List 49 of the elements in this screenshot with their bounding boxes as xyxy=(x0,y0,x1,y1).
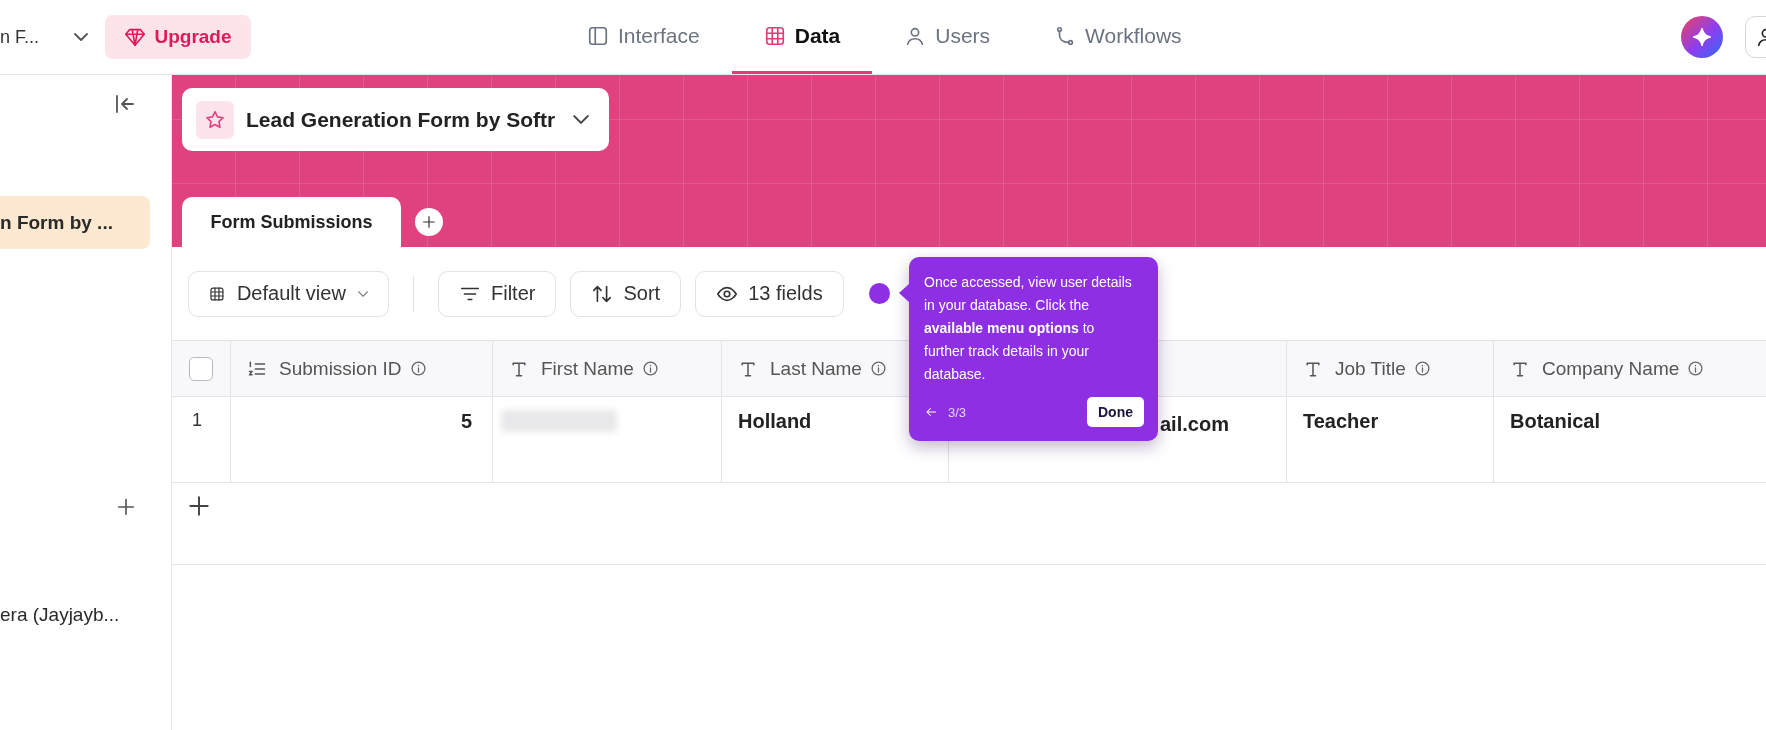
done-button[interactable]: Done xyxy=(1087,397,1144,427)
sidebar-item[interactable]: era (Jayjayb... xyxy=(0,588,150,641)
table-tab[interactable]: Form Submissions xyxy=(182,197,401,247)
view-selector[interactable]: Default view xyxy=(188,270,389,317)
base-selector[interactable]: Lead Generation Form by Softr xyxy=(182,88,610,151)
column-header[interactable]: Company Name xyxy=(1510,357,1705,380)
toolbar-button[interactable]: Sort xyxy=(570,270,682,317)
row-number: 1 xyxy=(192,410,202,431)
chevron-down-icon xyxy=(357,289,368,298)
table-cell: 5 xyxy=(460,410,472,433)
toolbar-button[interactable]: 13 fields xyxy=(695,270,844,317)
info-icon xyxy=(1687,360,1705,377)
column-header[interactable]: First Name xyxy=(509,357,659,380)
column-header[interactable]: Last Name xyxy=(738,357,887,380)
nav-tab[interactable]: Interface xyxy=(587,0,732,74)
workspace-name[interactable]: n F... xyxy=(0,26,68,48)
chevron-down-icon xyxy=(74,33,88,41)
arrow-left-icon xyxy=(924,405,938,419)
panel-icon xyxy=(587,24,609,47)
table-cell: ail.com xyxy=(1160,413,1229,436)
nav-tab[interactable]: Users xyxy=(872,0,1023,74)
info-icon xyxy=(1413,360,1431,377)
collapse-sidebar-icon xyxy=(113,92,137,116)
step-counter: 3/3 xyxy=(948,404,967,420)
table-cell: Teacher xyxy=(1303,410,1379,433)
plus-icon xyxy=(421,214,437,230)
tour-hotspot xyxy=(869,283,890,304)
tooltip-text: Once accessed, view user details in your database. Click the available menu options to further track details in your database. xyxy=(924,273,1133,384)
select-all-checkbox[interactable] xyxy=(189,356,213,381)
info-icon xyxy=(409,360,427,377)
column-header[interactable]: Job Title xyxy=(1303,357,1431,380)
star-icon xyxy=(204,108,226,131)
upgrade-button[interactable]: Upgrade xyxy=(105,15,251,59)
chevron-down-icon xyxy=(573,115,590,124)
info-icon xyxy=(869,360,887,377)
ai-assistant-button[interactable] xyxy=(1681,16,1723,58)
sidebar-item[interactable]: n Form by ... xyxy=(0,196,150,249)
add-icon xyxy=(115,496,137,518)
diamond-icon xyxy=(124,26,147,48)
add-tab-button[interactable] xyxy=(415,208,443,236)
back-button[interactable] xyxy=(924,405,938,419)
info-icon xyxy=(641,360,659,377)
grid-icon xyxy=(763,24,786,47)
toolbar-button[interactable]: Filter xyxy=(438,270,557,317)
nav-tab[interactable]: Workflows xyxy=(1022,0,1214,74)
table-cell: Botanical xyxy=(1510,410,1601,433)
table-cell: Holland xyxy=(738,410,812,433)
column-header[interactable]: Submission ID xyxy=(247,357,427,380)
sparkle-icon xyxy=(1691,26,1713,48)
